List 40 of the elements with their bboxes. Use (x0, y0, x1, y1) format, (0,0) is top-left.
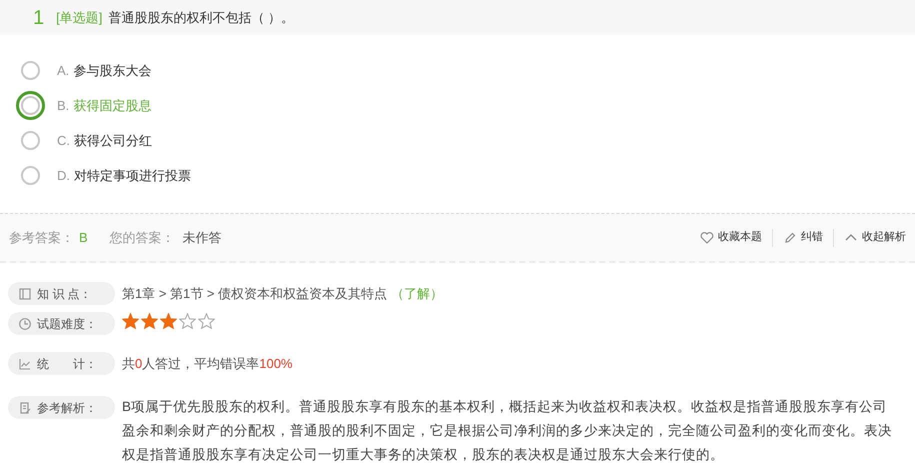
book-icon (18, 286, 32, 300)
heart-icon (700, 230, 714, 244)
reference-answer-label: 参考答案： (9, 228, 74, 247)
radio-button[interactable] (21, 131, 40, 150)
clock-icon (18, 316, 32, 330)
option-letter: A. (57, 62, 70, 80)
favorite-button[interactable]: 收藏本题 (700, 229, 762, 246)
star-icon (198, 312, 215, 328)
radio-button[interactable] (21, 61, 40, 80)
detail-label: 知 识 点： (37, 286, 92, 302)
option-text: 获得固定股息 (73, 96, 152, 115)
question-text: 普通股股东的权利不包括（ ）。 (108, 8, 294, 27)
option-text: 对特定事项进行投票 (74, 166, 191, 185)
star-icon (160, 312, 177, 328)
detail-label: 参考解析： (37, 400, 97, 416)
question-number: 1 (33, 8, 44, 28)
pencil-icon (783, 230, 797, 244)
your-answer-label: 您的答案： (110, 228, 175, 247)
your-answer: 未作答 (182, 228, 222, 247)
star-icon (179, 312, 196, 328)
line-chart-icon (18, 356, 32, 370)
analysis-text: B项属于优先股股东的权利。普通股股东享有股东的基本权利，概括起来为收益权和表决权。收益权是指普通股股东享有公司盈余和剩余财产的分配权，普通股的股利不固定，它是根据公司净利润的多少来决定的，完全随公司盈利的变化而变化。表决权是指普通股股东享有决定公司一切重大事务的决策权，股东的表决权是通过股东大会来行使的。 (122, 398, 893, 463)
report-error-button[interactable]: 纠错 (783, 229, 823, 246)
document-icon (18, 400, 32, 414)
statistics-text: 共0人答过，平均错误率100% (122, 354, 292, 373)
question-type: [单选题] (56, 8, 102, 27)
detail-label: 试题难度： (37, 316, 97, 332)
option-text: 参与股东大会 (73, 62, 152, 80)
radio-button[interactable] (21, 166, 40, 185)
option-text: 获得公司分红 (74, 132, 152, 150)
option-letter: C. (57, 132, 70, 150)
detail-label: 统 计： (37, 356, 97, 372)
option-letter: D. (57, 166, 70, 185)
option-letter: B. (57, 96, 70, 115)
knowledge-path: 第1章 > 第1节 > 债权资本和权益资本及其特点 (122, 284, 388, 303)
star-icon (141, 312, 158, 328)
star-icon (122, 312, 139, 328)
knowledge-level: （了解） (391, 284, 444, 303)
reference-answer: B (79, 228, 88, 247)
collapse-analysis-button[interactable]: 收起解析 (844, 229, 906, 246)
